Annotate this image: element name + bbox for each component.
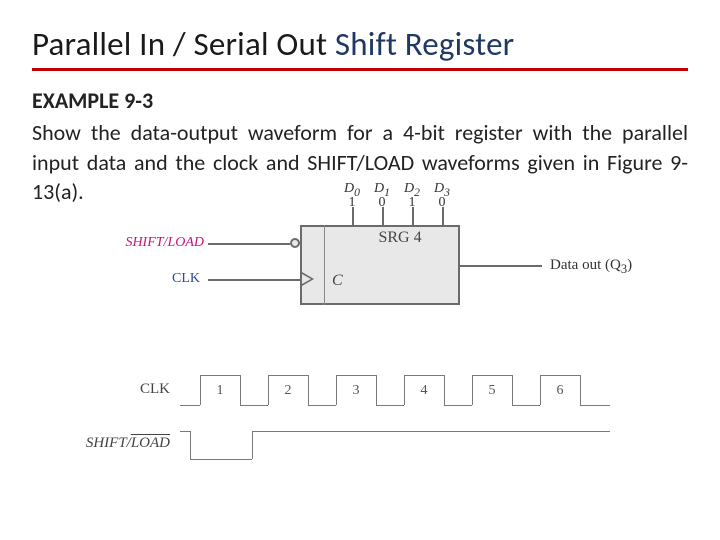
title-part2: Shift Register xyxy=(335,24,514,64)
block-divider xyxy=(324,225,325,305)
timing-clk-label: CLK xyxy=(110,381,170,398)
clk-num-1: 1 xyxy=(210,383,230,399)
clk-num-3: 3 xyxy=(346,383,366,399)
clk-num-4: 4 xyxy=(414,383,434,399)
sl-seg xyxy=(180,431,190,432)
pin-d0-wire xyxy=(352,207,354,225)
clk-num-5: 5 xyxy=(482,383,502,399)
shiftload-overline: LOAD xyxy=(167,235,204,250)
timing-shiftload-label: SHIFT/LOAD xyxy=(76,435,170,452)
clk-wire xyxy=(208,279,300,281)
shiftload-prefix: SHIFT/ xyxy=(125,235,167,250)
timing-diagram: CLK SHIFT/LOAD 1 2 3 4 5 6 xyxy=(80,365,640,480)
clock-edge-icon xyxy=(302,272,314,286)
pin-d1-wire xyxy=(382,207,384,225)
dataout-label: Data out (Q3) xyxy=(550,257,632,277)
title-part1: Parallel In / Serial Out xyxy=(32,24,335,64)
clock-port-label: C xyxy=(332,272,343,290)
shiftload-bubble-icon xyxy=(290,238,300,248)
pin-d2-wire xyxy=(412,207,414,225)
clk-label: CLK xyxy=(140,271,200,287)
shiftload-wire xyxy=(208,243,290,245)
clk-num-6: 6 xyxy=(550,383,570,399)
dataout-wire xyxy=(460,265,542,267)
page-title: Parallel In / Serial Out Shift Register xyxy=(32,24,688,71)
pin-d3-wire xyxy=(442,207,444,225)
block-label: SRG 4 xyxy=(340,229,460,247)
example-label: EXAMPLE 9-3 xyxy=(32,87,688,114)
block-diagram: D0 D1 D2 D3 1 0 1 0 SRG 4 C SHIFT/LOAD C… xyxy=(80,177,640,347)
clk-num-2: 2 xyxy=(278,383,298,399)
clk-seg xyxy=(180,405,200,406)
shiftload-label: SHIFT/LOAD xyxy=(110,235,204,251)
